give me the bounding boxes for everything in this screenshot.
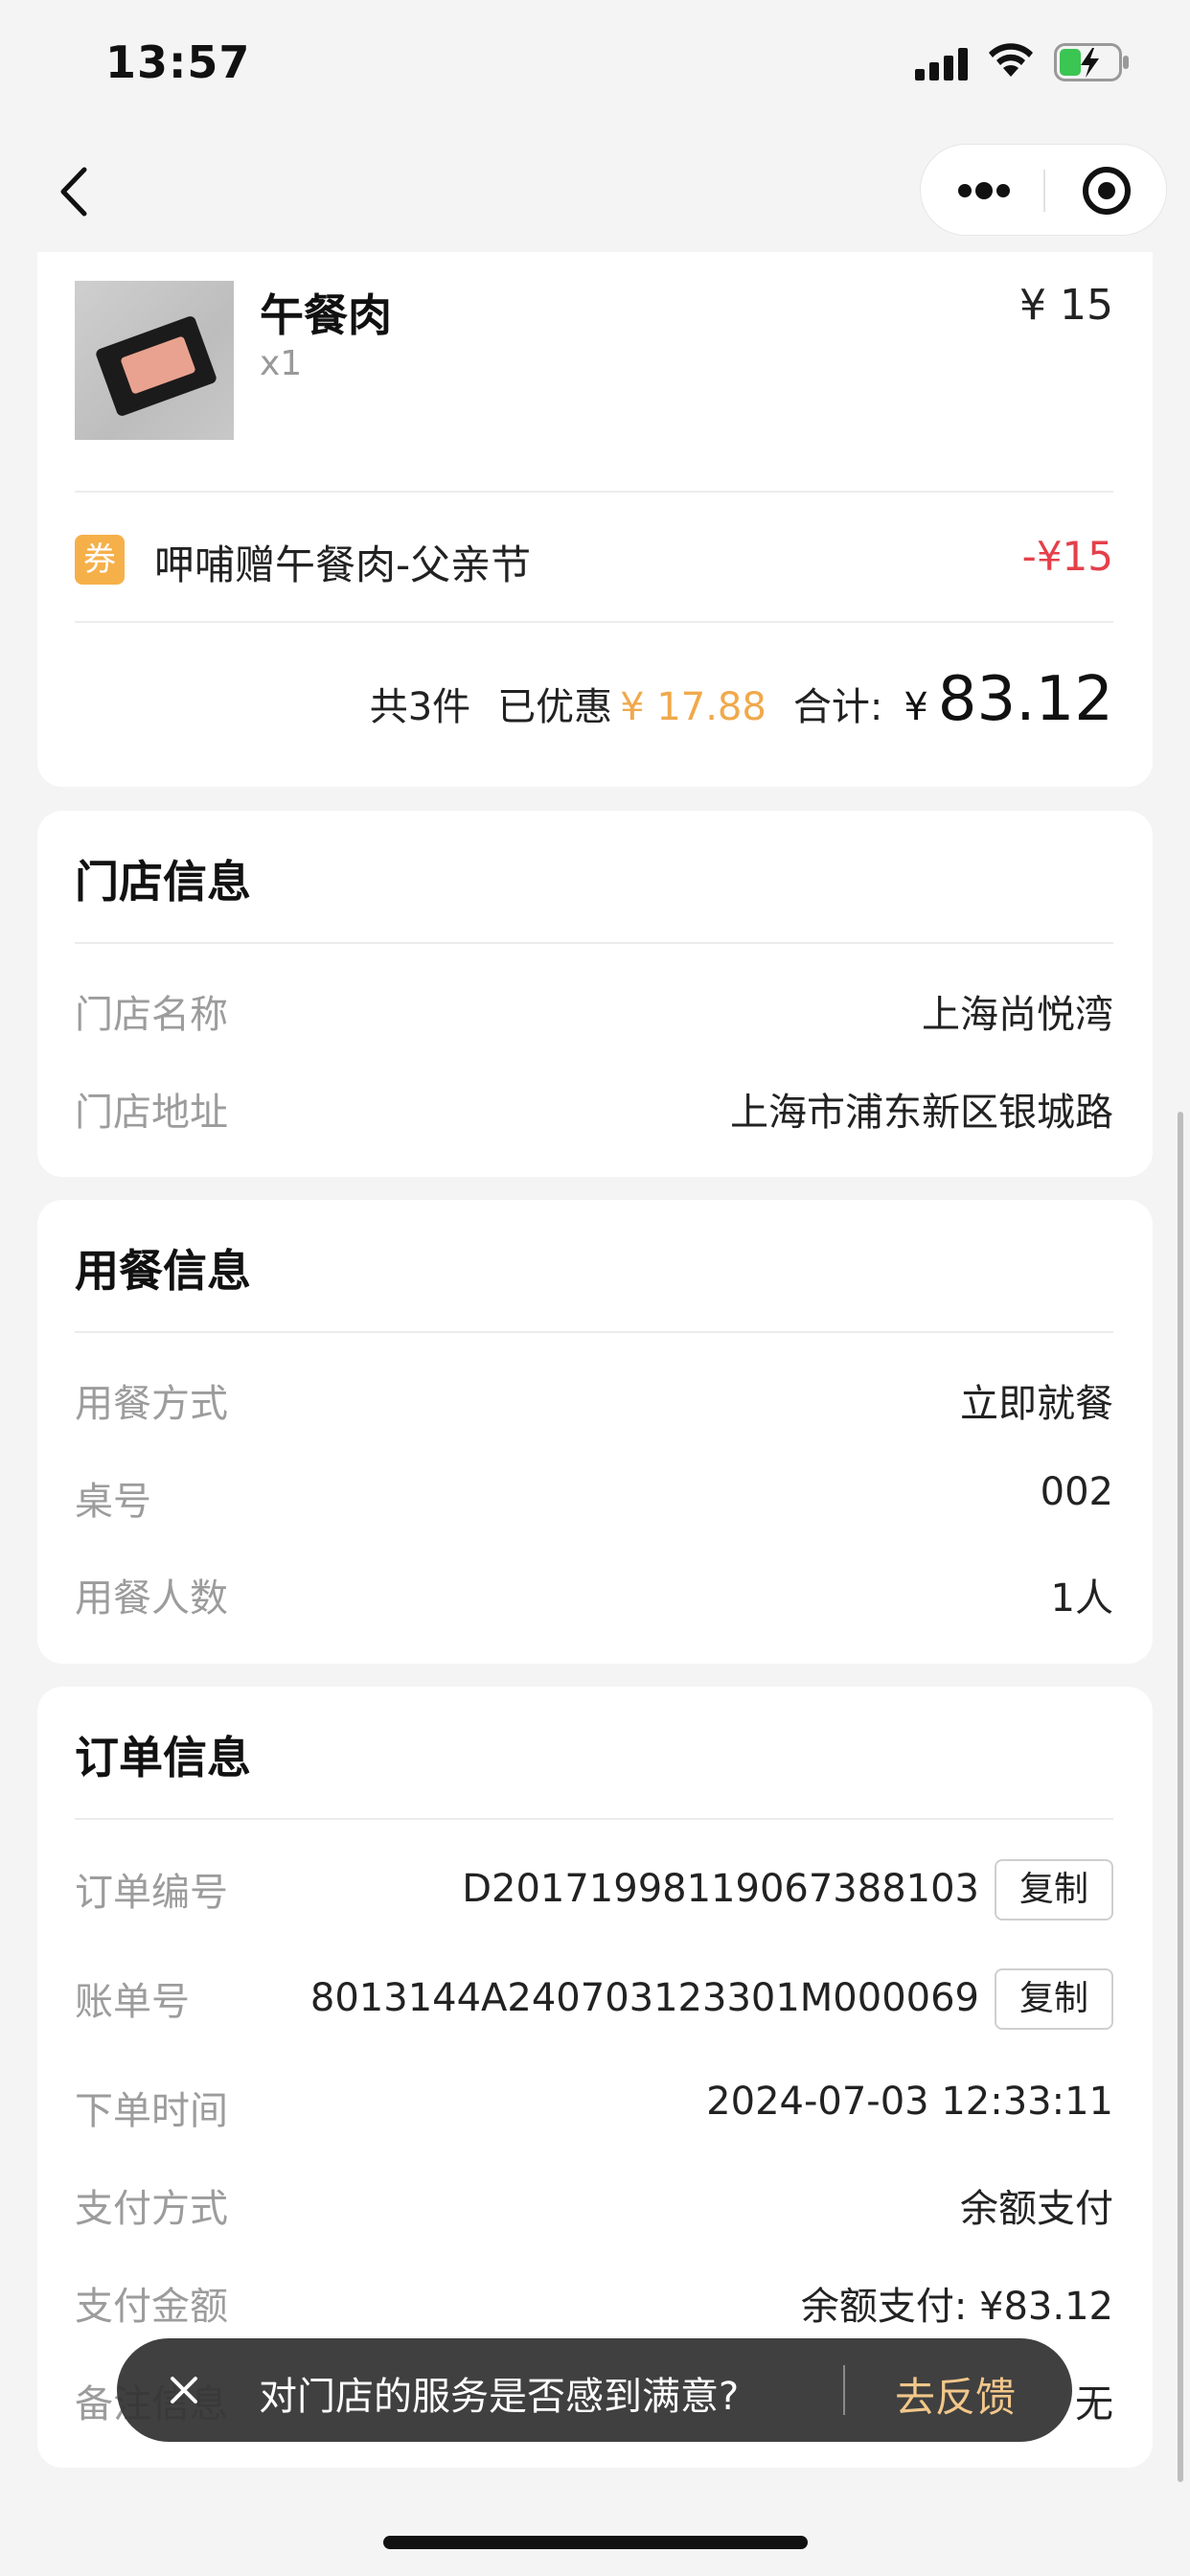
total-value: 83.12 [937, 664, 1113, 735]
store-name-label: 门店名称 [75, 993, 228, 1037]
divider [75, 1818, 1113, 1820]
back-chevron-icon[interactable] [42, 158, 109, 225]
more-dots-icon[interactable] [921, 145, 1043, 237]
diner-count-label: 用餐人数 [75, 1576, 228, 1621]
divider [75, 942, 1113, 944]
table-number-value: 002 [1040, 1470, 1113, 1514]
item-count: 共3件 [369, 685, 471, 729]
order-time-label: 下单时间 [75, 2089, 228, 2133]
mini-program-capsule [920, 144, 1167, 236]
diner-count-value: 1人 [1050, 1576, 1113, 1621]
payment-method-label: 支付方式 [75, 2187, 228, 2231]
order-info-title: 订单信息 [75, 1732, 251, 1783]
feedback-toast: 对门店的服务是否感到满意? 去反馈 [117, 2338, 1072, 2442]
table-number-label: 桌号 [75, 1480, 151, 1524]
wifi-icon [989, 43, 1033, 77]
scrollbar[interactable] [1178, 1112, 1183, 2482]
luncheon-meat-image[interactable] [75, 281, 234, 440]
coupon-name: 呷哺赠午餐肉-父亲节 [154, 541, 532, 588]
go-feedback-button[interactable]: 去反馈 [895, 2365, 1016, 2424]
dining-method-label: 用餐方式 [75, 1382, 228, 1426]
coupon-icon: 券 [75, 535, 125, 585]
copy-order-number-button[interactable]: 复制 [995, 1859, 1113, 1920]
store-address-value: 上海市浦东新区银城路 [730, 1091, 1113, 1135]
status-time: 13:57 [105, 36, 251, 88]
store-address-label: 门店地址 [75, 1091, 228, 1135]
bill-number-value: 8013144A240703123301M000069 [309, 1976, 979, 2020]
store-name-value: 上海尚悦湾 [922, 993, 1113, 1037]
payment-amount-value: 余额支付: ¥83.12 [800, 2285, 1113, 2329]
remark-value: 无 [1075, 2382, 1113, 2426]
nav-bar [0, 129, 1190, 252]
item-quantity: x1 [260, 344, 303, 383]
divider [75, 621, 1113, 623]
payment-method-value: 余额支付 [960, 2187, 1113, 2231]
cellular-signal-icon [915, 48, 968, 80]
order-summary: 共3件 已优惠 ¥ 17.88 合计: ¥ 83.12 [370, 664, 1113, 735]
store-info-title: 门店信息 [75, 856, 251, 908]
divider [75, 491, 1113, 493]
total-label: 合计: [792, 685, 883, 729]
payment-amount-label: 支付金额 [75, 2285, 228, 2329]
item-price: ¥ 15 [1019, 281, 1113, 330]
close-icon[interactable] [161, 2367, 207, 2413]
copy-bill-number-button[interactable]: 复制 [995, 1968, 1113, 2030]
coupon-amount: -¥15 [1021, 533, 1113, 580]
dining-info-title: 用餐信息 [75, 1245, 251, 1297]
status-bar: 13:57 [0, 0, 1190, 129]
battery-charging-icon [1054, 43, 1129, 81]
toast-divider [843, 2365, 845, 2415]
close-target-icon[interactable] [1045, 145, 1168, 237]
order-time-value: 2024-07-03 12:33:11 [706, 2080, 1113, 2124]
divider [75, 1331, 1113, 1333]
home-indicator[interactable] [383, 2536, 808, 2549]
store-info-card: 门店信息 门店名称 上海尚悦湾 门店地址 上海市浦东新区银城路 [37, 811, 1153, 1177]
dining-method-value: 立即就餐 [960, 1382, 1113, 1426]
bill-number-label: 账单号 [75, 1980, 190, 2024]
total-currency: ¥ [904, 685, 928, 729]
discount-value: ¥ 17.88 [620, 685, 767, 729]
order-number-label: 订单编号 [75, 1871, 228, 1915]
feedback-prompt: 对门店的服务是否感到满意? [259, 2375, 740, 2419]
discount-label: 已优惠 [497, 685, 613, 729]
order-number-value: D2017199811906738810​3 [462, 1867, 979, 1911]
item-name: 午餐肉 [260, 289, 392, 341]
dining-info-card: 用餐信息 用餐方式 立即就餐 桌号 002 用餐人数 1人 [37, 1200, 1153, 1664]
order-items-card: 午餐肉 x1 ¥ 15 券 呷哺赠午餐肉-父亲节 -¥15 共3件 已优惠 ¥ … [37, 252, 1153, 787]
